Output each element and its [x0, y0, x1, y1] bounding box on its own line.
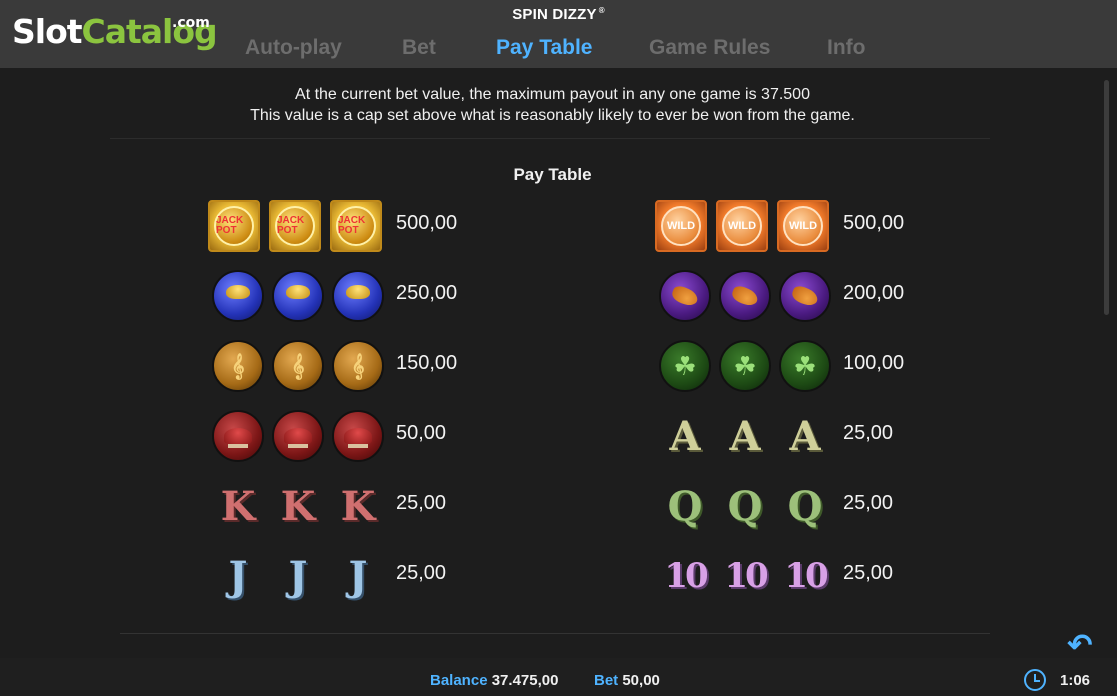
- letter-q-icon: Q: [667, 482, 703, 530]
- clock-icon: [1024, 669, 1046, 691]
- harp-icon: 𝄞: [212, 340, 264, 392]
- tab-info[interactable]: Info: [827, 36, 865, 60]
- hat-icon: [779, 270, 831, 322]
- letter-10-icon: 10: [724, 556, 768, 596]
- clover-icon: ☘: [779, 340, 831, 392]
- scrollbar[interactable]: [1104, 80, 1109, 315]
- wild-icon: WILD: [655, 200, 707, 252]
- pot-of-gold-icon: [272, 270, 324, 322]
- payout-value: 250,00: [396, 282, 458, 304]
- game-title: SPIN DIZZY ®: [0, 6, 1117, 23]
- tab-pay-table[interactable]: Pay Table: [496, 36, 593, 60]
- payout-value: 100,00: [843, 352, 905, 374]
- letter-a-icon: A: [729, 412, 761, 460]
- clover-icon: ☘: [659, 340, 711, 392]
- bet-display: Bet 50,00: [594, 672, 660, 689]
- tab-game-rules[interactable]: Game Rules: [649, 36, 770, 60]
- harp-icon: 𝄞: [272, 340, 324, 392]
- footer-bar: [0, 658, 1117, 696]
- cap-note-line: This value is a cap set above what is re…: [250, 107, 855, 124]
- letter-q-icon: Q: [727, 482, 763, 530]
- session-time: 1:06: [1060, 672, 1091, 689]
- tab-bar: Auto-play Bet Pay Table Game Rules Info: [0, 36, 1117, 66]
- balance-label: Balance: [430, 672, 488, 689]
- harp-icon: 𝄞: [332, 340, 384, 392]
- letter-a-icon: A: [669, 412, 701, 460]
- letter-k-icon: K: [280, 482, 316, 530]
- clover-icon: ☘: [719, 340, 771, 392]
- mushroom-icon: [332, 410, 384, 462]
- payout-value: 150,00: [396, 352, 458, 374]
- wild-icon: WILD: [716, 200, 768, 252]
- payout-value: 25,00: [843, 422, 894, 444]
- pot-of-gold-icon: [332, 270, 384, 322]
- payout-value: 25,00: [843, 562, 894, 584]
- payout-value: 200,00: [843, 282, 905, 304]
- pot-of-gold-icon: [212, 270, 264, 322]
- balance-display: Balance 37.475,00: [430, 672, 558, 689]
- payout-value: 25,00: [396, 562, 447, 584]
- game-title-text: SPIN DIZZY: [512, 6, 597, 23]
- jackpot-icon: JACK POT: [330, 200, 382, 252]
- payout-value: 500,00: [843, 212, 905, 234]
- mushroom-icon: [212, 410, 264, 462]
- letter-k-icon: K: [220, 482, 256, 530]
- jackpot-icon: JACK POT: [269, 200, 321, 252]
- max-payout-info: At the current bet value, the maximum pa…: [0, 84, 1105, 126]
- tab-bet[interactable]: Bet: [402, 36, 436, 60]
- back-arrow-icon[interactable]: ↶: [1064, 630, 1096, 662]
- letter-q-icon: Q: [787, 482, 823, 530]
- pay-table-title: Pay Table: [513, 165, 592, 184]
- letter-10-icon: 10: [784, 556, 828, 596]
- hat-icon: [719, 270, 771, 322]
- balance-value: 37.475,00: [491, 672, 559, 689]
- payout-value: 25,00: [396, 492, 447, 514]
- top-divider: [110, 138, 990, 139]
- pay-table-panel: [0, 68, 1117, 658]
- bet-label: Bet: [594, 672, 619, 689]
- letter-a-icon: A: [789, 412, 821, 460]
- letter-j-icon: J: [348, 552, 368, 600]
- hat-icon: [659, 270, 711, 322]
- mushroom-icon: [272, 410, 324, 462]
- letter-j-icon: J: [288, 552, 308, 600]
- jackpot-icon: JACK POT: [208, 200, 260, 252]
- payout-value: 25,00: [843, 492, 894, 514]
- bottom-divider: [120, 633, 990, 634]
- max-payout-line: At the current bet value, the maximum pa…: [295, 86, 810, 103]
- letter-k-icon: K: [340, 482, 376, 530]
- letter-j-icon: J: [228, 552, 248, 600]
- registered-mark: ®: [598, 6, 605, 15]
- letter-10-icon: 10: [664, 556, 708, 596]
- wild-icon: WILD: [777, 200, 829, 252]
- payout-value: 500,00: [396, 212, 458, 234]
- payout-value: 50,00: [396, 422, 447, 444]
- bet-value: 50,00: [622, 672, 660, 689]
- tab-auto-play[interactable]: Auto-play: [245, 36, 342, 60]
